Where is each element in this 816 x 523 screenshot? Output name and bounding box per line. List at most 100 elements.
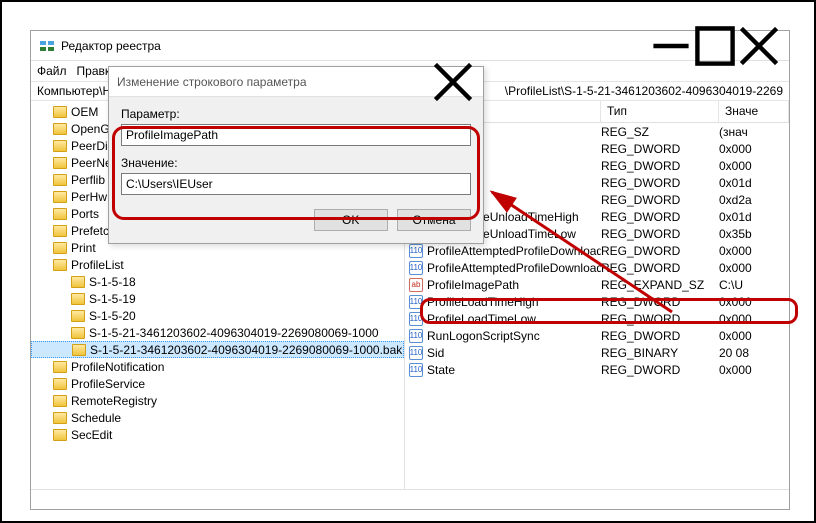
list-row[interactable]: 110ProfileAttemptedProfileDownload...REG… xyxy=(405,242,789,259)
value-name: RunLogonScriptSync xyxy=(427,329,540,343)
value-data: 0x000 xyxy=(719,363,789,377)
value-data: C:\U xyxy=(719,278,789,292)
address-right: \ProfileList\S-1-5-21-3461203602-4096304… xyxy=(505,84,783,98)
folder-icon xyxy=(71,310,85,322)
folder-icon xyxy=(71,327,85,339)
list-row[interactable]: 110 ProfileLoadTimeHigh REG_DWORD0x000 xyxy=(405,293,789,310)
tree-item-label: Ports xyxy=(71,207,99,221)
tree-item-label: ProfileNotification xyxy=(71,360,164,374)
value-data: (знач xyxy=(719,125,789,139)
folder-icon xyxy=(53,242,67,254)
folder-icon xyxy=(53,208,67,220)
value-type: REG_DWORD xyxy=(601,363,719,377)
value-type: REG_DWORD xyxy=(601,210,719,224)
value-type: REG_DWORD xyxy=(601,244,719,258)
tree-item[interactable]: S-1-5-21-3461203602-4096304019-226908006… xyxy=(31,341,404,358)
tree-item[interactable]: ProfileList xyxy=(31,256,404,273)
folder-icon xyxy=(53,259,67,271)
folder-icon xyxy=(53,191,67,203)
list-row[interactable]: ab ProfileImagePath REG_EXPAND_SZC:\U xyxy=(405,276,789,293)
dialog-close-button[interactable] xyxy=(431,68,475,96)
tree-item[interactable]: S-1-5-21-3461203602-4096304019-226908006… xyxy=(31,324,404,341)
folder-icon xyxy=(53,157,67,169)
value-data: 0x000 xyxy=(719,312,789,326)
statusbar xyxy=(31,489,789,509)
maximize-button[interactable] xyxy=(693,32,737,60)
value-name: ProfileLoadTimeHigh xyxy=(427,295,539,309)
tree-item-label: ProfileList xyxy=(71,258,124,272)
param-input[interactable] xyxy=(121,124,471,146)
folder-icon xyxy=(71,293,85,305)
tree-item-label: S-1-5-21-3461203602-4096304019-226908006… xyxy=(90,343,402,357)
value-type: REG_DWORD xyxy=(601,329,719,343)
tree-item[interactable]: S-1-5-18 xyxy=(31,273,404,290)
value-label: Значение: xyxy=(121,156,471,170)
folder-icon xyxy=(53,378,67,390)
value-data: 20 08 xyxy=(719,346,789,360)
value-name: Sid xyxy=(427,346,444,360)
minimize-button[interactable] xyxy=(649,32,693,60)
tree-item-label: S-1-5-21-3461203602-4096304019-226908006… xyxy=(89,326,379,340)
col-value[interactable]: Значе xyxy=(719,101,789,122)
tree-item[interactable]: ProfileNotification xyxy=(31,358,404,375)
tree-item[interactable]: RemoteRegistry xyxy=(31,392,404,409)
folder-icon xyxy=(53,140,67,152)
param-label: Параметр: xyxy=(121,107,471,121)
folder-icon xyxy=(53,174,67,186)
value-type: REG_DWORD xyxy=(601,261,719,275)
tree-item[interactable]: S-1-5-20 xyxy=(31,307,404,324)
value-data: 0x01d xyxy=(719,176,789,190)
tree-item-label: S-1-5-19 xyxy=(89,292,136,306)
dialog-buttons: OK Отмена xyxy=(121,209,471,231)
value-data: 0x000 xyxy=(719,295,789,309)
value-data: 0x35b xyxy=(719,227,789,241)
tree-item-label: ProfileService xyxy=(71,377,145,391)
list-row[interactable]: 110RunLogonScriptSyncREG_DWORD0x000 xyxy=(405,327,789,344)
folder-icon xyxy=(71,276,85,288)
dialog-titlebar[interactable]: Изменение строкового параметра xyxy=(109,67,483,97)
list-row[interactable]: 110SidREG_BINARY20 08 xyxy=(405,344,789,361)
value-type: REG_DWORD xyxy=(601,312,719,326)
value-data: 0x000 xyxy=(719,159,789,173)
value-type: REG_DWORD xyxy=(601,295,719,309)
edit-string-dialog: Изменение строкового параметра Параметр:… xyxy=(108,66,484,244)
tree-item[interactable]: ProfileService xyxy=(31,375,404,392)
value-name: ProfileImagePath xyxy=(427,278,519,292)
tree-item-label: S-1-5-18 xyxy=(89,275,136,289)
tree-item-label: Schedule xyxy=(71,411,121,425)
tree-item-label: RemoteRegistry xyxy=(71,394,157,408)
binary-value-icon: 110 xyxy=(409,295,423,309)
folder-icon xyxy=(53,106,67,118)
list-row[interactable]: 110StateREG_DWORD0x000 xyxy=(405,361,789,378)
value-type: REG_DWORD xyxy=(601,176,719,190)
binary-value-icon: 110 xyxy=(409,346,423,360)
window-controls xyxy=(649,32,781,60)
tree-item[interactable]: SecEdit xyxy=(31,426,404,443)
value-data: 0xd2a xyxy=(719,193,789,207)
window-title: Редактор реестра xyxy=(61,39,649,53)
value-data: 0x000 xyxy=(719,261,789,275)
folder-icon xyxy=(53,412,67,424)
tree-item[interactable]: Schedule xyxy=(31,409,404,426)
value-input[interactable] xyxy=(121,173,471,195)
value-data: 0x01d xyxy=(719,210,789,224)
value-data: 0x000 xyxy=(719,244,789,258)
dialog-title: Изменение строкового параметра xyxy=(117,75,431,89)
list-row[interactable]: 110ProfileAttemptedProfileDownload...REG… xyxy=(405,259,789,276)
col-type[interactable]: Тип xyxy=(601,101,719,122)
list-row[interactable]: 110ProfileLoadTimeLowREG_DWORD0x000 xyxy=(405,310,789,327)
close-button[interactable] xyxy=(737,32,781,60)
main-titlebar[interactable]: Редактор реестра xyxy=(31,31,789,61)
folder-icon xyxy=(53,395,67,407)
value-type: REG_EXPAND_SZ xyxy=(601,278,719,292)
folder-icon xyxy=(53,361,67,373)
tree-item[interactable]: S-1-5-19 xyxy=(31,290,404,307)
menu-file[interactable]: Файл xyxy=(37,64,67,78)
string-value-icon: ab xyxy=(409,278,423,292)
folder-icon xyxy=(53,429,67,441)
value-data: 0x000 xyxy=(719,142,789,156)
ok-button[interactable]: OK xyxy=(314,209,388,231)
binary-value-icon: 110 xyxy=(409,329,423,343)
cancel-button[interactable]: Отмена xyxy=(397,209,471,231)
value-type: REG_DWORD xyxy=(601,142,719,156)
